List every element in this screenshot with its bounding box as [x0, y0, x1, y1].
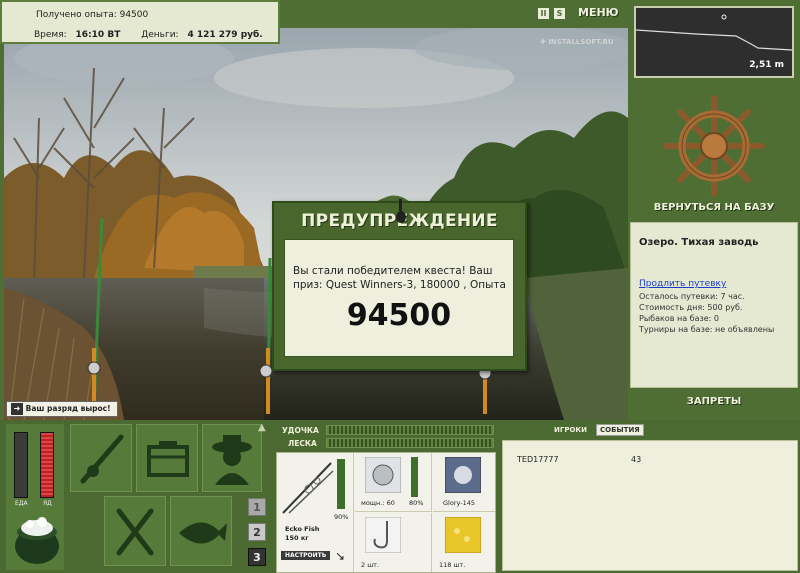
food-bar — [14, 432, 28, 498]
cauldron-icon[interactable] — [10, 510, 64, 566]
depth-value: 2,51 m — [749, 60, 784, 70]
fishing-line-slot[interactable]: Glory-145 — [433, 453, 495, 512]
arrow-right-icon: ➜ — [11, 403, 23, 415]
setup-button[interactable]: НАСТРОИТЬ — [281, 551, 331, 560]
location-name: Озеро. Тихая заводь — [639, 237, 759, 248]
line-name: Glory-145 — [443, 499, 475, 507]
page-button-2[interactable]: 2 — [248, 523, 266, 541]
rod-durability-bar — [337, 459, 345, 509]
bait-slot[interactable]: 118 шт. — [433, 513, 495, 572]
collapse-arrow-icon[interactable]: ▲ — [258, 422, 266, 433]
players-panel: ИГРОКИ СОБЫТИЯ TED17777 43 — [502, 420, 800, 573]
money-label: Деньги: — [141, 30, 179, 40]
sound-button[interactable]: S — [554, 8, 565, 19]
player-value: 43 — [631, 455, 642, 464]
reel-icon — [365, 457, 401, 493]
players-list: TED17777 43 — [502, 440, 798, 571]
fork-knife-icon — [116, 508, 154, 556]
poison-bar — [40, 432, 54, 498]
line-label: ЛЕСКА — [288, 439, 317, 448]
return-to-base-label[interactable]: ВЕРНУТЬСЯ НА БАЗУ — [628, 202, 800, 213]
food-label: ЕДА — [15, 500, 28, 507]
rods-tile[interactable] — [70, 424, 132, 492]
dialog-message: Вы стали победителем квеста! Ваш приз: Q… — [293, 265, 506, 291]
rod-icon — [282, 462, 334, 514]
page-button-1[interactable]: 1 — [248, 498, 266, 516]
watermark: ✚ INSTALLSOFT.RU — [540, 38, 614, 46]
float-icon — [396, 199, 406, 223]
hook-count: 2 шт. — [361, 561, 380, 569]
line-tension-bar — [326, 438, 494, 448]
tab-events[interactable]: СОБЫТИЯ — [596, 424, 644, 436]
fisherman-icon — [212, 435, 252, 485]
rod-label: УДОЧКА — [282, 426, 319, 435]
rod-tension-bar — [326, 425, 494, 435]
tackle-panel: 90% Ecko Fish 150 кг НАСТРОИТЬ ↘ мощн.: … — [276, 452, 496, 573]
tackle-box-tile[interactable] — [136, 424, 198, 492]
player-info-panel: Получено опыта: 94500 Время: 16:10 ВТ Де… — [0, 0, 280, 44]
permit-remaining: Осталось путевки: 7 час. — [639, 292, 745, 301]
reel-slot[interactable]: мощн.: 60 80% — [355, 453, 432, 512]
bait-icon — [445, 517, 481, 553]
dialog-body: Вы стали победителем квеста! Ваш приз: Q… — [284, 239, 514, 357]
hook-slot[interactable]: 2 шт. — [355, 513, 432, 572]
tab-players[interactable]: ИГРОКИ — [554, 426, 587, 434]
top-bar: II S МЕНЮ — [280, 0, 628, 28]
rank-up-notice[interactable]: ➜ Ваш разряд вырос! — [6, 401, 118, 417]
experience-gained: Получено опыта: 94500 — [36, 10, 149, 20]
time-label: Время: — [34, 30, 67, 40]
pause-button[interactable]: II — [538, 8, 549, 19]
tackle-box-icon — [147, 441, 189, 477]
hook-icon — [365, 517, 401, 553]
fish-icon — [179, 522, 227, 544]
day-cost: Стоимость дня: 500 руб. — [639, 303, 743, 312]
rod-name: Ecko Fish — [285, 525, 320, 533]
rod-percent: 90% — [334, 513, 349, 521]
arrow-down-right-icon: ↘ — [335, 549, 346, 563]
fishers-at-base: Рыбаков на базе: 0 — [639, 314, 719, 323]
food-tile[interactable] — [104, 496, 166, 566]
status-area: ЕДА ЯД — [6, 424, 64, 570]
extend-permit-link[interactable]: Продлить путевку — [639, 279, 726, 289]
rod-slot[interactable]: 90% Ecko Fish 150 кг НАСТРОИТЬ ↘ — [277, 453, 354, 572]
reel-durability-bar — [411, 457, 418, 497]
reel-percent: 80% — [409, 499, 424, 507]
tournaments: Турниры на базе: не объявлены — [639, 325, 775, 334]
player-name[interactable]: TED17777 — [517, 455, 559, 464]
character-tile[interactable] — [202, 424, 262, 492]
dialog-value: 94500 — [346, 298, 452, 333]
depth-meter: 2,51 m — [634, 6, 794, 78]
rod-weight: 150 кг — [285, 534, 309, 542]
menu-button[interactable]: МЕНЮ — [578, 6, 619, 19]
fishing-rod-icon — [80, 434, 124, 484]
money-value: 4 121 279 руб. — [187, 30, 263, 40]
page-button-3[interactable]: 3 — [248, 548, 266, 566]
poison-label: ЯД — [43, 500, 52, 507]
location-info-panel: Озеро. Тихая заводь Продлить путевку Ост… — [630, 222, 798, 388]
bait-count: 118 шт. — [439, 561, 466, 569]
time-value: 16:10 ВТ — [75, 30, 121, 40]
fish-tile[interactable] — [170, 496, 232, 566]
bans-button[interactable]: ЗАПРЕТЫ — [628, 396, 800, 407]
float-marker-icon — [721, 14, 727, 20]
return-to-base-panel[interactable]: ВЕРНУТЬСЯ НА БАЗУ — [628, 86, 800, 218]
reel-power: мощн.: 60 — [361, 499, 395, 507]
ship-wheel-icon[interactable] — [662, 94, 766, 198]
warning-dialog: ПРЕДУПРЕЖДЕНИЕ Вы стали победителем квес… — [272, 199, 527, 371]
fishing-line-icon — [445, 457, 481, 493]
